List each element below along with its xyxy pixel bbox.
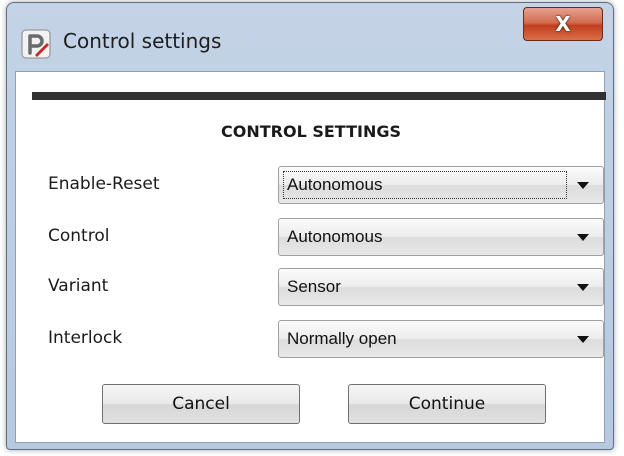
- close-icon: X: [555, 12, 571, 36]
- variant-select[interactable]: Sensor: [278, 268, 604, 306]
- app-icon: [21, 29, 51, 59]
- interlock-value: Normally open: [287, 329, 397, 348]
- continue-button[interactable]: Continue: [348, 384, 546, 424]
- control-select[interactable]: Autonomous: [278, 218, 604, 256]
- header-divider: [32, 92, 606, 100]
- interlock-label: Interlock: [48, 328, 123, 348]
- window-title: Control settings: [63, 29, 222, 53]
- enable-reset-select[interactable]: Autonomous: [278, 166, 604, 204]
- chevron-down-icon: [577, 234, 589, 241]
- title-bar[interactable]: Control settings X: [7, 3, 613, 63]
- variant-value: Sensor: [287, 277, 341, 296]
- dialog-window: Control settings X CONTROL SETTINGS Enab…: [6, 2, 614, 450]
- control-value: Autonomous: [287, 227, 383, 246]
- dialog-body: CONTROL SETTINGS Enable-Reset Autonomous…: [15, 71, 606, 443]
- interlock-select[interactable]: Normally open: [278, 320, 604, 358]
- section-title: CONTROL SETTINGS: [221, 122, 401, 141]
- chevron-down-icon: [577, 336, 589, 343]
- variant-label: Variant: [48, 276, 109, 296]
- enable-reset-value: Autonomous: [287, 175, 383, 194]
- control-label: Control: [48, 226, 110, 246]
- chevron-down-icon: [577, 182, 589, 189]
- chevron-down-icon: [577, 284, 589, 291]
- enable-reset-label: Enable-Reset: [48, 174, 160, 194]
- cancel-button[interactable]: Cancel: [102, 384, 300, 424]
- close-button[interactable]: X: [523, 7, 603, 41]
